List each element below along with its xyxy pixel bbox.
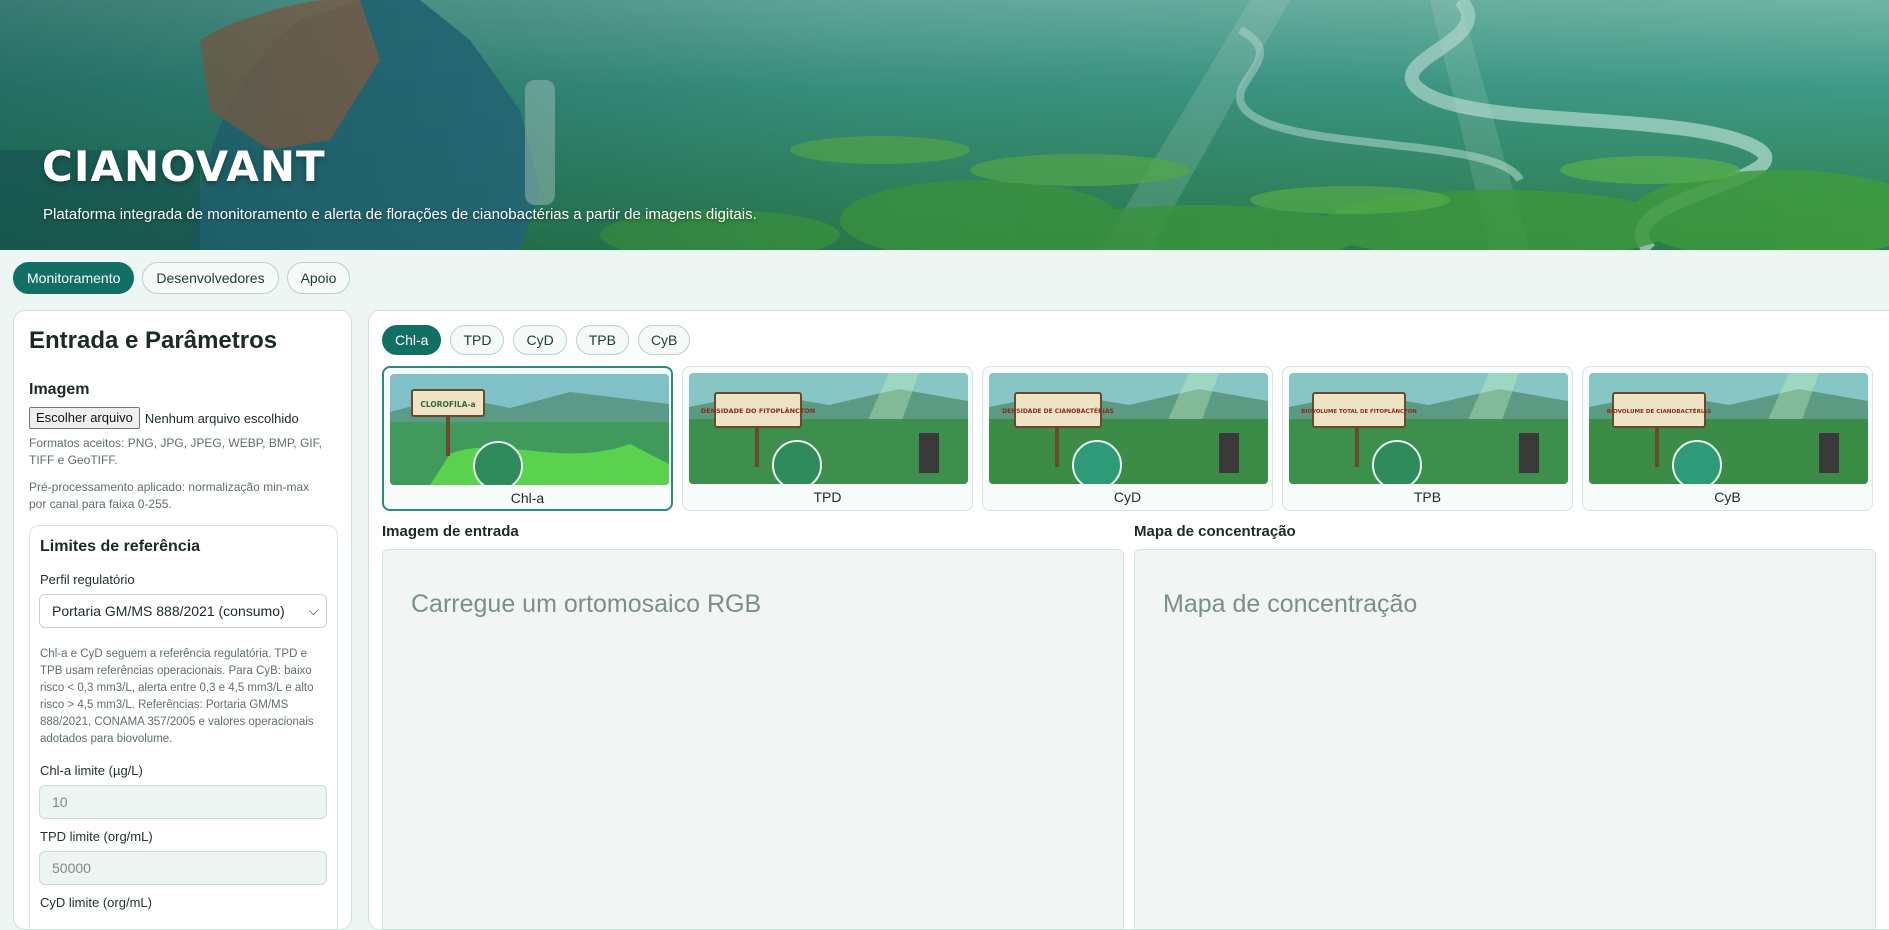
variable-card-cyd[interactable]: DENSIDADE DE CIANOBACTÉRIAS CyD: [982, 366, 1273, 511]
input-image-pane[interactable]: Carregue um ortomosaico RGB: [382, 549, 1124, 929]
limits-help: Chl-a e CyD seguem a referência regulató…: [40, 648, 314, 745]
card-label: CyB: [1714, 489, 1741, 505]
card-sign-text: DENSIDADE DO FITOPLÂNCTON: [701, 406, 815, 415]
card-sign-text: CLOROFILA-a: [420, 400, 475, 409]
reference-limits-box: Limites de referência Perfil regulatório…: [29, 525, 338, 929]
lake-illustration: BIOVOLUME DE CIANOBACTÉRIAS: [1589, 373, 1868, 484]
file-input: Escolher arquivo Nenhum arquivo escolhid…: [29, 407, 299, 429]
card-label: TPB: [1413, 489, 1442, 505]
lake-illustration: CLOROFILA-a: [390, 374, 669, 485]
tab-desenvolvedores[interactable]: Desenvolvedores: [142, 262, 279, 294]
variable-card-cyb[interactable]: BIOVOLUME DE CIANOBACTÉRIAS CyB: [1582, 366, 1873, 511]
tpd-limit-label: TPD limite (org/mL): [40, 829, 153, 844]
tab-cyb[interactable]: CyB: [637, 325, 691, 355]
concentration-map-placeholder: Mapa de concentração: [1163, 590, 1418, 618]
card-sign-text: DENSIDADE DE CIANOBACTÉRIAS: [1002, 407, 1114, 415]
tab-apoio[interactable]: Apoio: [286, 262, 351, 294]
regulatory-profile-select[interactable]: Portaria GM/MS 888/2021 (consumo) ⌵: [39, 594, 327, 628]
card-label: Chl-a: [510, 490, 545, 506]
file-status: Nenhum arquivo escolhido: [144, 410, 299, 426]
input-image-title: Imagem de entrada: [382, 523, 519, 540]
tpd-limit-input[interactable]: 50000: [39, 851, 327, 885]
card-sign-text: BIOVOLUME TOTAL DE FITOPLÂNCTON: [1301, 408, 1417, 415]
variable-card-tpd[interactable]: DENSIDADE DO FITOPLÂNCTON TPD: [682, 366, 973, 511]
tab-monitoramento[interactable]: Monitoramento: [13, 262, 135, 294]
lake-illustration: BIOVOLUME TOTAL DE FITOPLÂNCTON: [1289, 373, 1568, 484]
tab-chla[interactable]: Chl-a: [382, 325, 442, 355]
tab-tpd[interactable]: TPD: [450, 325, 505, 355]
variable-tabs: Chl-a TPD CyD TPB CyB: [382, 325, 691, 355]
cyd-limit-label: CyD limite (org/mL): [40, 895, 152, 910]
concentration-map-pane: Mapa de concentração: [1134, 549, 1876, 929]
formats-help: Formatos aceitos: PNG, JPG, JPEG, WEBP, …: [29, 436, 322, 467]
chla-limit-input[interactable]: 10: [39, 785, 327, 819]
variable-cards: CLOROFILA-a Chl-a DENSIDADE DO FITOPLÂNC…: [382, 366, 1873, 511]
regulatory-profile-value: Portaria GM/MS 888/2021 (consumo): [52, 603, 285, 619]
main-nav: Monitoramento Desenvolvedores Apoio: [13, 262, 351, 294]
card-sign-text: BIOVOLUME DE CIANOBACTÉRIAS: [1607, 407, 1712, 415]
chevron-down-icon: ⌵: [308, 604, 318, 618]
image-section-label: Imagem: [29, 381, 90, 398]
tab-tpb[interactable]: TPB: [575, 325, 629, 355]
app-title: CIANOVANT: [42, 142, 326, 191]
chla-limit-label: Chl-a limite (µg/L): [40, 763, 143, 778]
variable-card-tpb[interactable]: BIOVOLUME TOTAL DE FITOPLÂNCTON TPB: [1282, 366, 1573, 511]
profile-label: Perfil regulatório: [40, 572, 135, 587]
card-illustration: BIOVOLUME TOTAL DE FITOPLÂNCTON: [1289, 373, 1568, 484]
tab-cyd[interactable]: CyD: [513, 325, 567, 355]
app-subtitle: Plataforma integrada de monitoramento e …: [43, 206, 757, 223]
lake-illustration: DENSIDADE DO FITOPLÂNCTON: [689, 373, 968, 484]
choose-file-button[interactable]: Escolher arquivo: [29, 407, 140, 429]
lake-illustration: DENSIDADE DE CIANOBACTÉRIAS: [989, 373, 1268, 484]
input-image-placeholder: Carregue um ortomosaico RGB: [411, 590, 762, 618]
results-panel: Chl-a TPD CyD TPB CyB CLOROFILA-a Chl-a: [368, 310, 1889, 930]
card-illustration: DENSIDADE DO FITOPLÂNCTON: [689, 373, 968, 484]
card-label: CyD: [1113, 489, 1142, 505]
card-label: TPD: [813, 489, 842, 505]
card-illustration: CLOROFILA-a: [390, 374, 669, 485]
limits-title: Limites de referência: [40, 538, 201, 555]
card-illustration: DENSIDADE DE CIANOBACTÉRIAS: [989, 373, 1268, 484]
variable-card-chla[interactable]: CLOROFILA-a Chl-a: [382, 366, 673, 511]
hero-banner: CIANOVANT Plataforma integrada de monito…: [0, 0, 1889, 250]
card-illustration: BIOVOLUME DE CIANOBACTÉRIAS: [1589, 373, 1868, 484]
concentration-map-title: Mapa de concentração: [1134, 523, 1296, 540]
panel-title: Entrada e Parâmetros: [29, 327, 278, 354]
preprocess-help: Pré-processamento aplicado: normalização…: [29, 480, 310, 511]
input-parameters-panel: Entrada e Parâmetros Imagem Escolher arq…: [13, 310, 352, 930]
